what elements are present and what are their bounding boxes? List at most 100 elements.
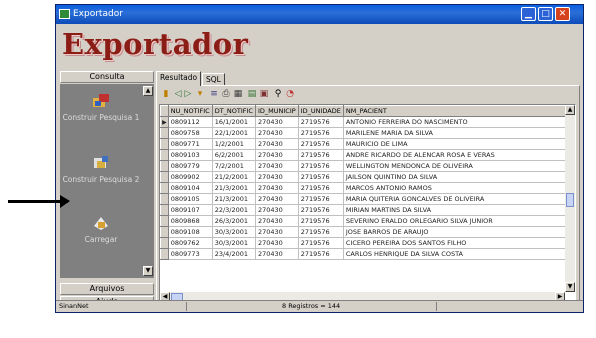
tab-resultado[interactable]: Resultado xyxy=(156,71,202,86)
sidebar-item-construir-pesquisa-1[interactable]: Construir Pesquisa 1 xyxy=(62,92,140,122)
table-cell: JAILSON QUINTINO DA SILVA xyxy=(343,171,575,183)
title-bar[interactable]: Exportador ▁ □ ✕ xyxy=(56,5,583,24)
column-header[interactable]: ID_UNIDADE xyxy=(297,105,344,117)
row-indicator xyxy=(160,127,169,139)
column-header[interactable]: NU_NOTIFIC xyxy=(167,105,213,117)
table-row[interactable]: 0809779 7/2/2001 270430 2719576 WELLINGTON M… xyxy=(160,160,575,172)
sidebar-item-carregar[interactable]: Carregar xyxy=(62,214,140,244)
query-builder-icon xyxy=(93,94,109,107)
row-indicator xyxy=(160,193,169,205)
app-logo: Exportador xyxy=(62,27,248,69)
sidebar-item-construir-pesquisa-2[interactable]: Construir Pesquisa 2 xyxy=(62,154,140,184)
tab-sql[interactable]: SQL xyxy=(202,73,225,85)
sidebar-item-label: Carregar xyxy=(84,235,118,244)
row-indicator xyxy=(160,171,169,183)
chart-icon[interactable]: ◔ xyxy=(285,89,295,100)
table-cell: 30/3/2001 xyxy=(212,237,256,249)
table-row[interactable]: 0809103 6/2/2001 270430 2719576 ANDRE RICARD… xyxy=(160,149,575,161)
scroll-down-arrow-icon[interactable]: ▼ xyxy=(565,282,575,292)
list-icon[interactable]: ≡ xyxy=(209,89,219,100)
table-row[interactable]: 0809107 22/3/2001 270430 2719576 MIRIAN MART… xyxy=(160,204,575,216)
vertical-scrollbar[interactable]: ▲ ▼ xyxy=(565,105,575,292)
column-header[interactable]: DT_NOTIFIC xyxy=(211,105,256,117)
column-header[interactable]: NM_PACIENT xyxy=(342,105,575,117)
table-cell: 270430 xyxy=(255,248,299,260)
table-cell: 21/3/2001 xyxy=(212,193,256,205)
table-cell: WELLINGTON MENDONCA DE OLIVEIRA xyxy=(343,160,575,172)
table-cell: 0809107 xyxy=(168,204,213,216)
table-row[interactable]: ▶ 0809112 16/1/2001 270430 2719576 ANTONIO FE… xyxy=(160,116,575,128)
table-icon[interactable]: ▦ xyxy=(233,89,243,100)
table-cell: 270430 xyxy=(255,215,299,227)
table-cell: 2719576 xyxy=(298,248,344,260)
table-cell: 30/3/2001 xyxy=(212,226,256,238)
table-row[interactable]: 0809105 21/3/2001 270430 2719576 MARIA QUITE… xyxy=(160,193,575,205)
table-cell: 6/2/2001 xyxy=(212,149,256,161)
table-cell: 2719576 xyxy=(298,116,344,128)
table-row[interactable]: 0809762 30/3/2001 270430 2719576 CICERO PERE… xyxy=(160,237,575,249)
sidebar-scroll-down[interactable]: ▼ xyxy=(143,266,153,276)
table-cell: 7/2/2001 xyxy=(212,160,256,172)
table-cell: 23/4/2001 xyxy=(212,248,256,260)
maximize-button[interactable]: □ xyxy=(538,7,553,21)
table-cell: 270430 xyxy=(255,193,299,205)
copy-icon[interactable]: ▣ xyxy=(259,89,269,100)
table-row[interactable]: 0809868 26/3/2001 270430 2719576 SEVERINO ER… xyxy=(160,215,575,227)
load-icon xyxy=(94,217,108,230)
close-button[interactable]: ✕ xyxy=(555,7,570,21)
status-bar: SinanNet 8 Registros = 144 xyxy=(56,300,583,312)
status-divider xyxy=(436,302,437,311)
table-cell: JOSE BARROS DE ARAUJO xyxy=(343,226,575,238)
table-cell: MIRIAN MARTINS DA SILVA xyxy=(343,204,575,216)
status-record-count: 8 Registros = 144 xyxy=(282,302,341,310)
main-window: Exportador ▁ □ ✕ Exportador Consulta ▲ C… xyxy=(55,4,584,313)
table-row[interactable]: 0809108 30/3/2001 270430 2719576 JOSE BARROS… xyxy=(160,226,575,238)
logo-text: Exportador xyxy=(62,27,249,61)
column-header[interactable]: ID_MUNICIP xyxy=(254,105,299,117)
prev-icon[interactable]: ◁ xyxy=(173,89,183,100)
vertical-scroll-thumb[interactable] xyxy=(566,193,574,207)
table-row[interactable]: 0809902 21/2/2001 270430 2719576 JAILSON QUI… xyxy=(160,171,575,183)
table-row[interactable]: 0809773 23/4/2001 270430 2719576 CARLOS HENR… xyxy=(160,248,575,260)
row-indicator xyxy=(160,160,169,172)
sidebar-header-consulta[interactable]: Consulta xyxy=(60,71,154,83)
table-cell: 2719576 xyxy=(298,149,344,161)
export-icon[interactable]: ▤ xyxy=(247,89,257,100)
table-cell: 0809779 xyxy=(168,160,213,172)
query-builder-icon xyxy=(94,156,108,168)
main-area: Resultado SQL ▮ ◁ ▷ ▾ ≡ ⎙ ▦ ▤ ▣ ⚲ ◔ NU_N… xyxy=(154,71,581,307)
sidebar: Consulta ▲ Construir Pesquisa 1 Construi… xyxy=(60,71,154,308)
table-cell: 2719576 xyxy=(298,171,344,183)
table-cell: 2719576 xyxy=(298,182,344,194)
table-cell: 270430 xyxy=(255,171,299,183)
sidebar-scroll-up[interactable]: ▲ xyxy=(143,86,153,96)
table-cell: 2719576 xyxy=(298,193,344,205)
table-row[interactable]: 0809771 1/2/2001 270430 2719576 MAURICIO DE … xyxy=(160,138,575,150)
table-cell: 21/2/2001 xyxy=(212,171,256,183)
table-cell: 0809868 xyxy=(168,215,213,227)
table-cell: 270430 xyxy=(255,160,299,172)
filter-icon[interactable]: ▾ xyxy=(195,89,205,100)
table-row[interactable]: 0809104 21/3/2001 270430 2719576 MARCOS ANTO… xyxy=(160,182,575,194)
table-cell: 270430 xyxy=(255,116,299,128)
print-icon[interactable]: ⎙ xyxy=(221,89,231,100)
table-cell: ANDRE RICARDO DE ALENCAR ROSA E VERAS xyxy=(343,149,575,161)
sidebar-header-arquivos[interactable]: Arquivos xyxy=(60,283,154,295)
open-icon[interactable]: ▮ xyxy=(161,89,171,100)
table-cell: CARLOS HENRIQUE DA SILVA COSTA xyxy=(343,248,575,260)
results-grid[interactable]: NU_NOTIFIC DT_NOTIFIC ID_MUNICIP ID_UNIDADE… xyxy=(159,104,576,303)
row-indicator xyxy=(160,182,169,194)
table-cell: 0809758 xyxy=(168,127,213,139)
next-icon[interactable]: ▷ xyxy=(183,89,193,100)
table-cell: 0809773 xyxy=(168,248,213,260)
table-cell: CICERO PEREIRA DOS SANTOS FILHO xyxy=(343,237,575,249)
search-icon[interactable]: ⚲ xyxy=(273,89,283,100)
scroll-down-icon: ▼ xyxy=(145,267,151,274)
scroll-up-arrow-icon[interactable]: ▲ xyxy=(565,105,575,115)
minimize-button[interactable]: ▁ xyxy=(521,7,536,21)
table-cell: 270430 xyxy=(255,149,299,161)
close-icon: ✕ xyxy=(558,9,567,19)
table-row[interactable]: 0809758 22/1/2001 270430 2719576 MARILENE MA… xyxy=(160,127,575,139)
row-indicator-header xyxy=(160,105,169,117)
table-cell: 22/1/2001 xyxy=(212,127,256,139)
